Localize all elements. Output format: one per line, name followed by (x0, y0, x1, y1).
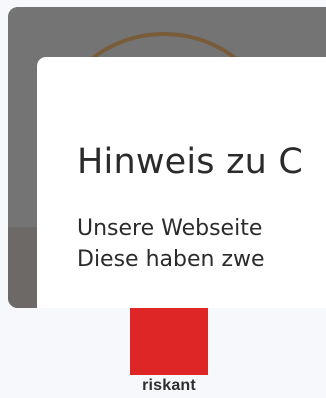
risk-color-square (130, 308, 208, 375)
dialog-text-line: Diese haben zwe (77, 247, 265, 272)
dialog-description: Unsere Webseite Diese haben zwe (77, 213, 326, 275)
cookie-consent-dialog: Hinweis zu C Unsere Webseite Diese haben… (37, 57, 326, 308)
page: Hinweis zu C Unsere Webseite Diese haben… (0, 0, 326, 398)
dialog-title: Hinweis zu C (77, 142, 303, 182)
risk-label: riskant (142, 377, 196, 394)
dialog-text-line: Unsere Webseite (77, 216, 263, 241)
website-preview: Hinweis zu C Unsere Webseite Diese haben… (8, 7, 326, 308)
